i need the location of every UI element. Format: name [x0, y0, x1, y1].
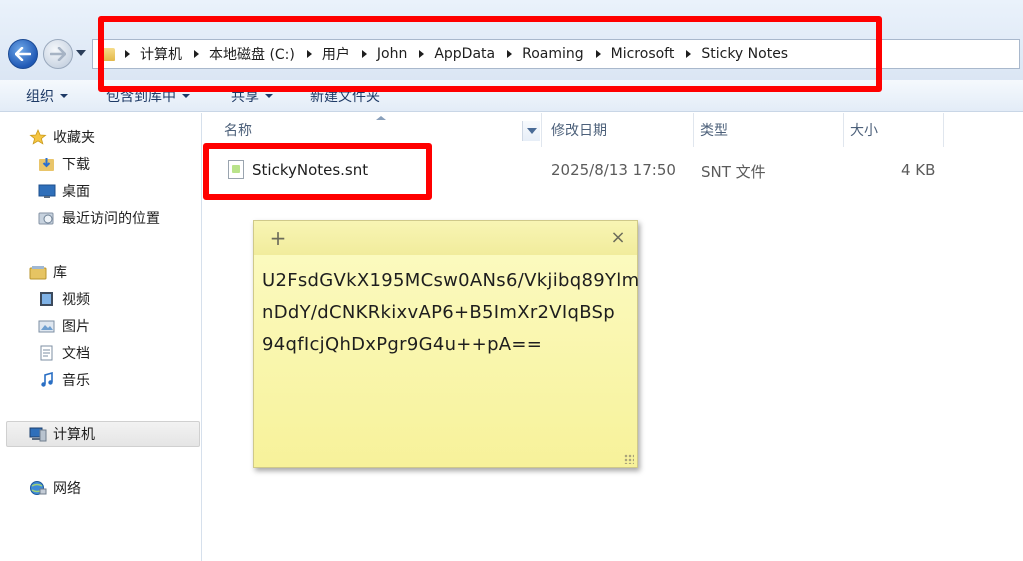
new-folder-label: 新建文件夹 [310, 88, 380, 105]
sticky-line-1: U2FsdGVkX195MCsw0ANs6/Vkjibq89Ylm [262, 270, 640, 291]
file-modified: 2025/8/13 17:50 [551, 161, 676, 179]
picture-icon [38, 320, 55, 333]
breadcrumb-john[interactable]: John [377, 46, 407, 62]
include-library-menu[interactable]: 包含到库中 [106, 86, 190, 106]
breadcrumb-microsoft[interactable]: Microsoft [611, 46, 675, 62]
nav-videos[interactable]: 视频 [0, 286, 202, 312]
desktop-icon [38, 184, 56, 198]
nav-downloads[interactable]: 下载 [0, 151, 202, 177]
breadcrumb-appdata[interactable]: AppData [434, 46, 495, 62]
nav-desktop-label: 桌面 [62, 184, 90, 200]
nav-computer-label: 计算机 [53, 427, 95, 443]
breadcrumb-roaming[interactable]: Roaming [522, 46, 584, 62]
column-header-name[interactable]: 名称 [204, 113, 542, 147]
column-header-size[interactable]: 大小 [844, 113, 944, 147]
document-icon [40, 345, 53, 361]
sticky-line-2: nDdY/dCNKRkixvAP6+B5ImXr2VIqBSp [262, 302, 616, 323]
navigation-pane: 收藏夹 下载 桌面 最近访问的位置 库 视频 图片 文档 音乐 计算机 网络 [0, 113, 202, 561]
downloads-folder-icon [39, 158, 54, 171]
close-icon[interactable]: × [608, 225, 628, 251]
column-filter-dropdown[interactable] [522, 121, 540, 141]
nav-pictures-label: 图片 [62, 319, 90, 335]
nav-favorites-label: 收藏夹 [53, 130, 95, 146]
star-icon [29, 129, 47, 145]
chevron-down-icon [265, 93, 273, 98]
nav-recent-label: 最近访问的位置 [62, 211, 160, 227]
address-bar-area: 计算机 本地磁盘 (C:) 用户 John AppData Roaming Mi… [0, 0, 1023, 80]
table-row[interactable]: StickyNotes.snt 2025/8/13 17:50 SNT 文件 4… [204, 155, 1023, 185]
command-toolbar: 组织 包含到库中 共享 新建文件夹 [0, 80, 1023, 112]
back-button[interactable] [8, 39, 38, 69]
nav-downloads-label: 下载 [62, 157, 90, 173]
share-label: 共享 [231, 88, 259, 105]
column-header-modified[interactable]: 修改日期 [542, 113, 694, 147]
chevron-right-icon[interactable] [125, 50, 130, 58]
chevron-right-icon[interactable] [595, 50, 601, 58]
breadcrumb-computer[interactable]: 计算机 [140, 44, 182, 64]
nav-computer[interactable]: 计算机 [6, 421, 200, 447]
video-icon [40, 292, 53, 306]
breadcrumb-sticky-notes[interactable]: Sticky Notes [701, 46, 788, 62]
nav-recent-places[interactable]: 最近访问的位置 [0, 205, 202, 231]
nav-music-label: 音乐 [62, 373, 90, 389]
column-name-label: 名称 [224, 123, 252, 139]
nav-network[interactable]: 网络 [0, 475, 202, 501]
nav-libraries[interactable]: 库 [0, 259, 202, 285]
share-menu[interactable]: 共享 [231, 86, 273, 106]
music-icon [41, 372, 53, 387]
breadcrumb-local-disk[interactable]: 本地磁盘 (C:) [209, 44, 295, 64]
include-library-label: 包含到库中 [106, 88, 176, 105]
chevron-right-icon[interactable] [419, 50, 425, 58]
column-header-type[interactable]: 类型 [694, 113, 844, 147]
nav-documents-label: 文档 [62, 346, 90, 362]
recent-places-icon [38, 212, 54, 225]
column-type-label: 类型 [700, 123, 728, 139]
column-size-label: 大小 [850, 123, 878, 139]
file-size: 4 KB [901, 161, 936, 179]
chevron-right-icon[interactable] [306, 50, 312, 58]
arrow-left-icon [15, 47, 31, 61]
new-folder-button[interactable]: 新建文件夹 [310, 86, 380, 106]
nav-desktop[interactable]: 桌面 [0, 178, 202, 204]
column-modified-label: 修改日期 [551, 123, 607, 139]
nav-documents[interactable]: 文档 [0, 340, 202, 366]
sticky-note-text[interactable]: U2FsdGVkX195MCsw0ANs6/Vkjibq89Ylm nDdY/d… [262, 265, 640, 361]
nav-libraries-label: 库 [53, 265, 67, 281]
organize-menu[interactable]: 组织 [26, 86, 68, 106]
nav-pictures[interactable]: 图片 [0, 313, 202, 339]
file-name: StickyNotes.snt [252, 161, 369, 179]
chevron-right-icon[interactable] [686, 50, 692, 58]
add-note-button[interactable]: + [268, 225, 288, 251]
chevron-down-icon [182, 93, 190, 98]
chevron-right-icon[interactable] [361, 50, 367, 58]
snt-file-icon [228, 160, 244, 179]
sticky-note[interactable]: + × U2FsdGVkX195MCsw0ANs6/Vkjibq89Ylm nD… [253, 220, 640, 468]
nav-videos-label: 视频 [62, 292, 90, 308]
arrow-right-icon [50, 47, 66, 61]
resize-grip-icon[interactable] [624, 454, 634, 464]
sort-ascending-icon [376, 116, 386, 120]
recent-pages-dropdown[interactable] [76, 50, 86, 56]
chevron-right-icon[interactable] [507, 50, 513, 58]
nav-music[interactable]: 音乐 [0, 367, 202, 393]
sticky-line-3: 94qfIcjQhDxPgr9G4u++pA== [262, 334, 543, 355]
file-list-header: 名称 修改日期 类型 大小 [204, 113, 1023, 147]
computer-icon [29, 427, 47, 442]
sticky-title-bar[interactable]: + × [254, 221, 637, 255]
address-path[interactable]: 计算机 本地磁盘 (C:) 用户 John AppData Roaming Mi… [92, 39, 1020, 69]
nav-network-label: 网络 [53, 481, 81, 497]
organize-label: 组织 [26, 88, 54, 105]
chevron-right-icon[interactable] [194, 50, 199, 58]
nav-favorites[interactable]: 收藏夹 [0, 124, 202, 150]
breadcrumb-users[interactable]: 用户 [322, 44, 350, 64]
library-icon [29, 266, 47, 280]
file-type: SNT 文件 [701, 163, 766, 181]
folder-icon [99, 47, 115, 61]
network-icon [30, 481, 47, 495]
chevron-down-icon [60, 93, 68, 98]
forward-button[interactable] [43, 39, 73, 69]
